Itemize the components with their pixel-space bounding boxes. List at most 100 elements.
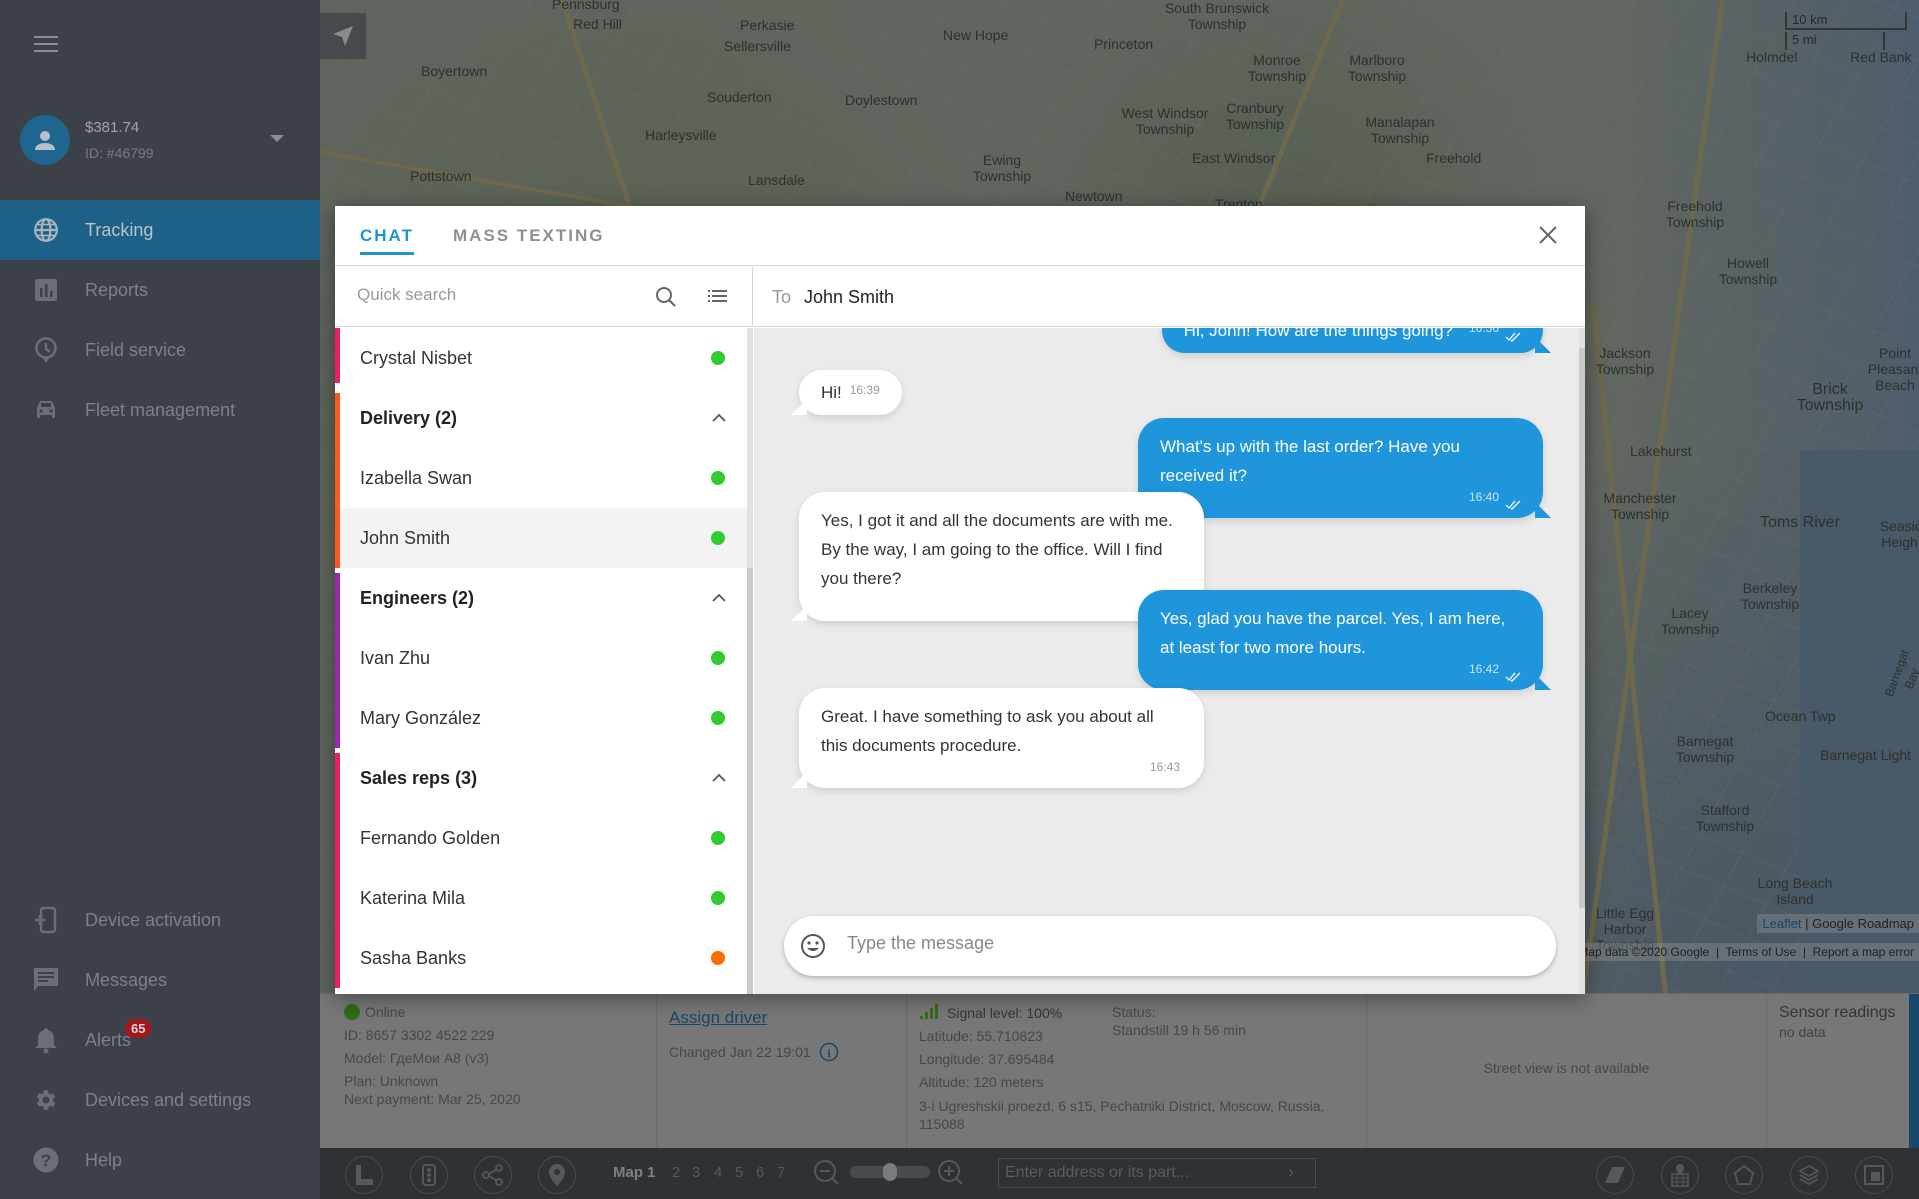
traffic-button[interactable] [410,1156,448,1194]
device-info-panel: Online ID: 8657 3302 4522 229 Model: Где… [320,993,1919,1149]
layers-button[interactable] [1790,1156,1828,1194]
contact-name: Ivan Zhu [360,647,431,668]
incoming-message[interactable]: Great. I have something to ask you about… [791,688,1204,788]
assign-driver-link[interactable]: Assign driver [669,1008,767,1027]
contact-group-header[interactable]: Sales reps (3) [335,748,747,808]
map-tab-7[interactable]: 7 [777,1164,785,1181]
chevron-up-icon[interactable] [711,770,727,786]
map-label: Lansdale [748,172,805,188]
address-search-input[interactable] [998,1158,1316,1188]
contact-name: Katerina Mila [360,887,466,908]
contact-list-scrollbar[interactable] [747,328,753,994]
sidebar-item-fleet-management[interactable]: Fleet management [0,380,320,440]
sidebar-item-field-service[interactable]: Field service [0,320,320,380]
eraser-button[interactable] [1596,1156,1634,1194]
terms-link[interactable]: Terms of Use [1725,945,1796,959]
contact-group-header[interactable]: Delivery (2) [335,388,747,448]
ruler-button[interactable] [345,1156,383,1194]
quick-search-input[interactable] [357,285,637,305]
status-online-dot [711,831,725,845]
chevron-right-icon[interactable]: › [1288,1162,1294,1183]
search-icon[interactable] [653,285,679,309]
contact-item[interactable]: Fernando Golden [335,808,747,868]
zoom-slider-handle[interactable] [883,1163,897,1181]
map-label: Marlboro Township [1347,52,1407,84]
zoom-slider[interactable] [850,1163,930,1181]
map-label: Ocean Twp [1765,708,1836,724]
driver-section: Assign driver Changed Jan 22 19:01 i [657,994,907,1149]
contact-group-header[interactable]: Engineers (2) [335,568,747,628]
contact-item[interactable]: Sasha Banks [335,928,747,988]
scale-km: 10 km [1785,12,1907,30]
menu-icon[interactable] [34,36,58,54]
contact-item[interactable]: Crystal Nisbet [335,328,747,388]
chevron-up-icon[interactable] [711,410,727,426]
incoming-message[interactable]: Hi! 16:39 [791,370,902,415]
chevron-up-icon[interactable] [711,590,727,606]
locate-button[interactable] [320,13,366,59]
report-map-error-link[interactable]: Report a map error [1813,945,1914,959]
group-color-bar [335,753,340,808]
tab-chat[interactable]: CHAT [360,226,414,255]
sidebar-item-alerts[interactable]: Alerts 65 [0,1010,320,1070]
sidebar-item-label: Device activation [85,909,222,930]
map-label: New Hope [943,27,1009,43]
expand-panel-tab[interactable] [1909,994,1919,1149]
map-tab-2[interactable]: 2 [672,1164,680,1181]
message-input[interactable] [847,933,1527,954]
status-online-dot [711,531,725,545]
polygon-button[interactable] [1725,1156,1763,1194]
tab-mass-texting[interactable]: MASS TEXTING [453,226,605,246]
chevron-down-icon[interactable] [270,135,284,142]
map-label: Lacey Township [1660,605,1720,637]
double-check-icon [1505,672,1521,682]
sidebar-item-label: Alerts [85,1029,132,1050]
sidebar-item-device-activation[interactable]: Device activation [0,890,320,950]
place-marker-button[interactable] [538,1156,576,1194]
sidebar-item-reports[interactable]: Reports [0,260,320,320]
zoom-in-icon[interactable] [936,1158,966,1188]
geofence-button[interactable] [1661,1156,1699,1194]
map-tab-1[interactable]: Map 1 [613,1164,656,1181]
map-tab-5[interactable]: 5 [735,1164,743,1181]
emoji-icon[interactable] [800,933,826,959]
sidebar-item-devices-and-settings[interactable]: Devices and settings [0,1070,320,1130]
device-model: Model: ГдеМои А8 (v3) [344,1050,489,1066]
minimap-button[interactable] [1855,1156,1893,1194]
map-tab-3[interactable]: 3 [692,1164,700,1181]
sidebar-item-messages[interactable]: Messages [0,950,320,1010]
status-online-dot [711,471,725,485]
map-tab-6[interactable]: 6 [756,1164,764,1181]
map-toolbar: Map 1 2 3 4 5 6 7 › [320,1148,1919,1199]
user-account[interactable]: $381.74 ID: #46799 [20,115,310,165]
car-icon [32,396,60,424]
info-icon[interactable]: i [819,1042,839,1062]
contact-item[interactable]: Ivan Zhu [335,628,747,688]
map-tab-4[interactable]: 4 [714,1164,722,1181]
zoom-out-icon[interactable] [812,1158,842,1188]
contact-item[interactable]: Mary González [335,688,747,748]
device-plan: Plan: Unknown [344,1073,439,1089]
scale-mi: 5 mi [1785,32,1885,50]
contact-item[interactable]: Izabella Swan [335,448,747,508]
globe-icon [32,216,60,244]
list-view-icon[interactable] [704,285,730,309]
map-label: Manalapan Township [1365,114,1435,146]
outgoing-message[interactable]: Yes, glad you have the parcel. Yes, I am… [1138,590,1551,690]
share-button[interactable] [474,1156,512,1194]
contact-name: John Smith [360,527,451,548]
leaflet-link[interactable]: Leaflet [1762,916,1801,931]
sidebar-item-label: Messages [85,969,168,990]
contact-name: Mary González [360,707,482,728]
contact-item[interactable]: Katerina Mila [335,868,747,928]
street-view-message: Street view is not available [1483,1060,1650,1076]
sidebar-item-tracking[interactable]: Tracking [0,200,320,260]
close-icon[interactable] [1536,223,1560,247]
outgoing-message[interactable]: Hi, John! How are the things going? 16:36 [1161,328,1551,353]
contact-item[interactable]: John Smith [335,508,747,568]
sidebar-item-help[interactable]: ? Help [0,1130,320,1190]
message-time: 16:42 [1468,662,1499,676]
scrollbar-thumb[interactable] [747,568,753,994]
chat-scrollbar[interactable] [1579,328,1585,994]
scrollbar-thumb[interactable] [1579,348,1585,908]
